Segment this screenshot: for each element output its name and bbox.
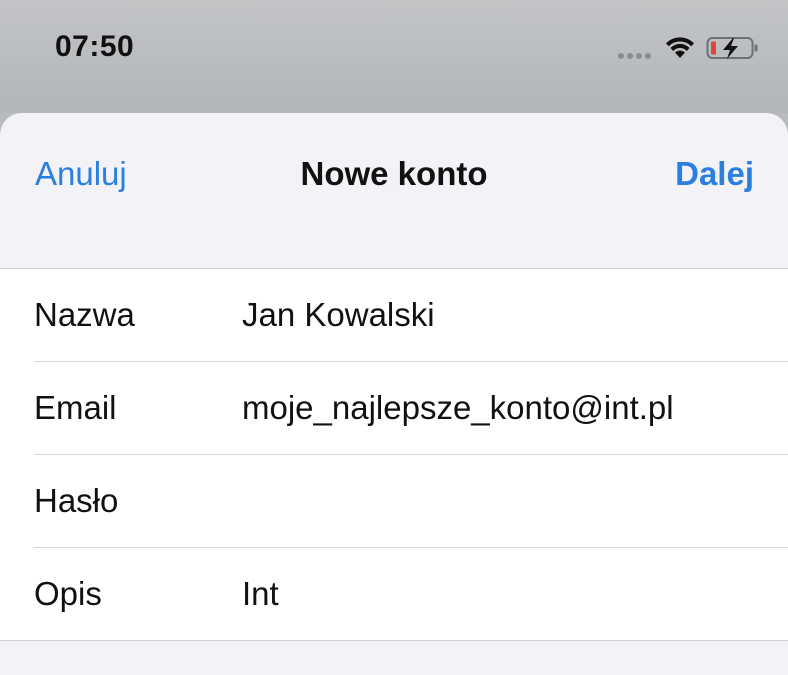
account-form: Nazwa Jan Kowalski Email moje_najlepsze_… (0, 268, 788, 641)
password-label: Hasło (34, 482, 119, 519)
battery-charging-icon (706, 37, 758, 59)
email-field[interactable]: moje_najlepsze_konto@int.pl (242, 389, 768, 427)
form-row-description[interactable]: Opis Int (34, 548, 788, 640)
name-label: Nazwa (34, 296, 135, 333)
navigation-bar: Anuluj Nowe konto Dalej (0, 113, 788, 268)
status-time: 07:50 (55, 30, 135, 63)
form-row-email[interactable]: Email moje_najlepsze_konto@int.pl (34, 362, 788, 455)
next-button[interactable]: Dalej (675, 155, 754, 193)
name-field[interactable]: Jan Kowalski (242, 296, 768, 334)
status-bar: 07:50 (0, 0, 788, 113)
description-field[interactable]: Int (242, 575, 768, 613)
cellular-signal-icon (618, 53, 651, 59)
page-title: Nowe konto (300, 155, 488, 192)
form-row-password[interactable]: Hasło (34, 455, 788, 548)
form-row-name[interactable]: Nazwa Jan Kowalski (34, 269, 788, 362)
description-label: Opis (34, 575, 102, 612)
wifi-icon (666, 37, 694, 58)
email-label: Email (34, 389, 117, 426)
new-account-sheet: Anuluj Nowe konto Dalej Nazwa Jan Kowals… (0, 113, 788, 675)
